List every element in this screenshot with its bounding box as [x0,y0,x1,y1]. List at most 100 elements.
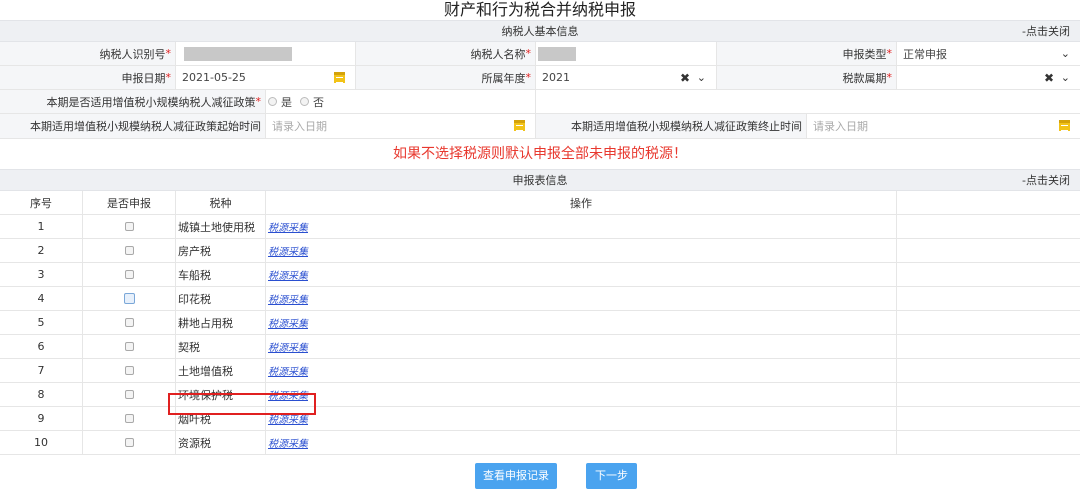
basic-info-section-header: 纳税人基本信息 -点击关闭 [0,20,1080,42]
declare-date-field[interactable]: 2021-05-25 [176,66,356,89]
calendar-icon[interactable] [514,120,525,131]
taxpayer-name-field[interactable] [536,42,717,65]
period-select[interactable]: ✖ ⌄ [897,66,1080,89]
next-step-button[interactable]: 下一步 [586,463,637,489]
view-history-button[interactable]: 查看申报记录 [475,463,557,489]
declare-checkbox[interactable] [124,390,134,399]
source-collect-link[interactable]: 税源采集 [268,315,308,330]
source-warning: 如果不选择税源则默认申报全部未申报的税源！ [393,146,687,162]
row-tax-type: 房产税 [176,239,266,262]
chevron-down-icon[interactable]: ⌄ [697,66,706,90]
row-number: 3 [0,263,83,286]
required-mark: * [255,95,262,108]
row-declare-cell [83,311,176,334]
row-declare-cell [83,239,176,262]
declare-checkbox[interactable] [124,414,134,423]
declare-checkbox[interactable] [124,318,134,327]
declare-type-label-text: 申报类型 [842,47,887,61]
declare-checkbox[interactable] [124,366,134,375]
policy-label: 本期是否适用增值税小规模纳税人减征政策 * [0,90,266,113]
row-tax-type: 环境保护税 [176,383,266,406]
required-mark: * [165,71,172,84]
source-collect-link[interactable]: 税源采集 [268,411,308,426]
basic-info-row-1: 纳税人识别号 * 纳税人名称 * 申报类型 * 正常申报 ⌄ [0,42,1080,66]
source-collect-link[interactable]: 税源采集 [268,219,308,234]
row-tax-type: 耕地占用税 [176,311,266,334]
declare-checkbox[interactable] [124,438,134,447]
empty-cell [897,263,1080,286]
declare-checkbox[interactable] [124,342,134,351]
source-collect-link[interactable]: 税源采集 [268,267,308,282]
row-declare-cell [83,407,176,430]
row-number: 7 [0,359,83,382]
redacted-value [184,46,292,61]
taxpayer-id-field[interactable] [176,42,356,65]
year-value: 2021 [542,71,570,84]
year-select[interactable]: 2021 ✖ ⌄ [536,66,717,89]
row-number: 1 [0,215,83,238]
row-declare-cell [83,431,176,454]
declare-checkbox[interactable] [124,270,134,279]
col-header-action: 操作 [266,191,897,214]
source-collect-link[interactable]: 税源采集 [268,387,308,402]
empty-cell [897,383,1080,406]
required-mark: * [525,47,532,60]
policy-label-text: 本期是否适用增值税小规模纳税人减征政策 [46,95,256,109]
chevron-down-icon[interactable]: ⌄ [1061,66,1070,90]
row-declare-cell [83,215,176,238]
section-title: 纳税人基本信息 [501,25,579,38]
section-title: 申报表信息 [512,174,568,187]
row-number: 4 [0,287,83,310]
row-action-cell: 税源采集 [266,431,897,454]
declare-checkbox[interactable] [123,293,135,304]
chevron-down-icon[interactable]: ⌄ [1061,42,1070,66]
calendar-icon[interactable] [334,72,345,83]
source-collect-link[interactable]: 税源采集 [268,243,308,258]
taxpayer-name-label: 纳税人名称 * [356,42,536,65]
col-header-no: 序号 [0,191,83,214]
declare-date-label-text: 申报日期 [121,71,166,85]
clear-icon[interactable]: ✖ [1044,66,1054,90]
source-collect-link[interactable]: 税源采集 [268,435,308,450]
policy-end-label: 本期适用增值税小规模纳税人减征政策终止时间 [536,114,807,138]
empty-cell [897,359,1080,382]
basic-info-collapse-toggle[interactable]: -点击关闭 [1022,21,1070,43]
source-collect-link[interactable]: 税源采集 [268,339,308,354]
row-action-cell: 税源采集 [266,335,897,358]
period-label-text: 税款属期 [842,71,887,85]
table-row: 9 烟叶税 税源采集 [0,407,1080,431]
declare-checkbox[interactable] [124,246,134,255]
declare-table-body: 1 城镇土地使用税 税源采集 2 房产税 税源采集 3 车船税 税源采集 4 印花税 税源采集 5 耕地占… [0,215,1080,455]
table-row: 7 土地增值税 税源采集 [0,359,1080,383]
empty-cell [897,335,1080,358]
declare-checkbox[interactable] [124,222,134,231]
basic-info-row-2: 申报日期 * 2021-05-25 所属年度 * 2021 ✖ ⌄ 税款属期 * ✖ … [0,66,1080,90]
declare-table-header: 序号 是否申报 税种 操作 [0,191,1080,215]
declare-table-collapse-toggle[interactable]: -点击关闭 [1022,170,1070,192]
empty-cell [897,215,1080,238]
source-collect-link[interactable]: 税源采集 [268,363,308,378]
calendar-icon[interactable] [1059,120,1070,131]
policy-start-date-input[interactable]: 请录入日期 [266,114,536,138]
taxpayer-id-label-text: 纳税人识别号 [99,47,166,61]
clear-icon[interactable]: ✖ [680,66,690,90]
action-buttons: 查看申报记录 下一步 [0,463,1080,489]
source-collect-link[interactable]: 税源采集 [268,291,308,306]
declare-type-select[interactable]: 正常申报 ⌄ [897,42,1080,65]
policy-no-radio[interactable] [300,97,309,106]
policy-radio-group: 是 否 [266,90,536,113]
row-number: 8 [0,383,83,406]
policy-yes-radio[interactable] [268,97,277,106]
row-action-cell: 税源采集 [266,263,897,286]
declare-table-section-header: 申报表信息 -点击关闭 [0,169,1080,191]
page-title: 财产和行为税合并纳税申报 [443,0,636,19]
row-action-cell: 税源采集 [266,311,897,334]
row-tax-type: 契税 [176,335,266,358]
row-declare-cell [83,335,176,358]
policy-end-date-input[interactable]: 请录入日期 [807,114,1080,138]
required-mark: * [886,71,893,84]
declare-type-value: 正常申报 [903,47,947,61]
row-tax-type: 烟叶税 [176,407,266,430]
row-declare-cell [83,359,176,382]
table-row: 10 资源税 税源采集 [0,431,1080,455]
